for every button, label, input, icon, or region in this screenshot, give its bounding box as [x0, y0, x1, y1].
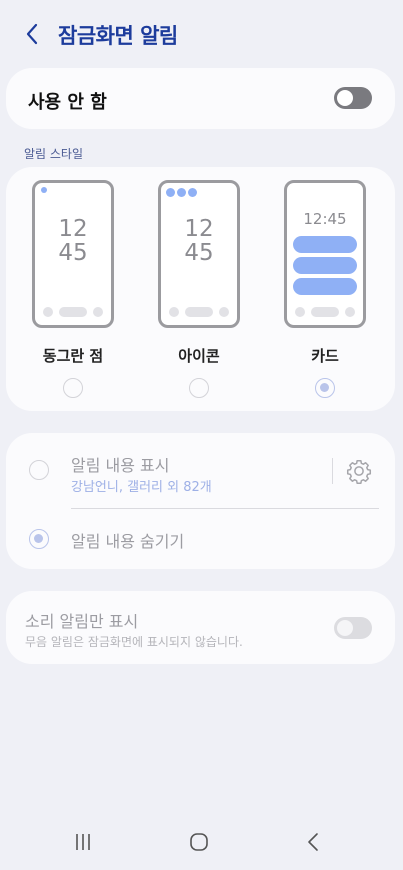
notification-card: [293, 257, 357, 274]
show-content-title[interactable]: 알림 내용 표시: [71, 452, 170, 476]
sound-only-toggle[interactable]: [334, 617, 372, 639]
hide-content-radio[interactable]: [29, 529, 49, 549]
vertical-divider: [332, 458, 333, 484]
show-content-subtitle: 강남언니, 갤러리 외 82개: [71, 480, 212, 495]
style-radio-card[interactable]: [315, 378, 335, 398]
show-content-radio[interactable]: [29, 460, 49, 480]
recent-apps-icon[interactable]: [73, 832, 93, 852]
preview-nav-bar: [169, 307, 229, 317]
sound-only-subtitle: 무음 알림은 잠금화면에 표시되지 않습니다.: [25, 635, 243, 649]
toggle-knob: [337, 90, 353, 106]
style-radio-dot[interactable]: [63, 378, 83, 398]
app-header: 잠금화면 알림: [0, 0, 403, 68]
notification-card: [293, 236, 357, 253]
style-preview-icon[interactable]: 12 45: [158, 180, 240, 328]
system-navigation-bar: [0, 814, 403, 870]
style-preview-dot[interactable]: 12 45: [32, 180, 114, 328]
gear-icon: [346, 459, 372, 484]
preview-clock-hour: 12: [58, 216, 88, 242]
style-label-icon: 아이콘: [178, 347, 220, 365]
back-arrow-icon: [26, 23, 38, 45]
notification-icon-dot: [166, 188, 175, 197]
content-visibility-card: 알림 내용 표시 강남언니, 갤러리 외 82개 알림 내용 숨기기: [6, 433, 395, 569]
content-settings-button[interactable]: [346, 458, 372, 484]
preview-clock: 12:45: [303, 210, 347, 228]
style-selection-card: 12 45 12 45 12:45 동그란 점 아이콘 카드: [6, 167, 395, 411]
notification-icon-dot: [188, 188, 197, 197]
preview-clock-minute: 45: [184, 240, 214, 266]
home-icon[interactable]: [188, 831, 210, 853]
horizontal-divider: [71, 508, 379, 509]
page-title: 잠금화면 알림: [58, 24, 178, 48]
back-button[interactable]: [20, 22, 44, 46]
notification-dot: [41, 187, 47, 193]
master-toggle-switch[interactable]: [334, 87, 372, 109]
master-toggle-card[interactable]: 사용 안 함: [6, 68, 395, 129]
notification-card: [293, 278, 357, 295]
section-label-style: 알림 스타일: [24, 147, 84, 161]
preview-nav-bar: [43, 307, 103, 317]
style-radio-icon[interactable]: [189, 378, 209, 398]
preview-clock-minute: 45: [58, 240, 88, 266]
master-toggle-label: 사용 안 함: [28, 92, 107, 113]
style-label-dot: 동그란 점: [42, 347, 104, 365]
sound-only-title: 소리 알림만 표시: [25, 612, 139, 631]
preview-clock-hour: 12: [184, 216, 214, 242]
hide-content-title[interactable]: 알림 내용 숨기기: [71, 528, 184, 552]
sound-only-card[interactable]: 소리 알림만 표시 무음 알림은 잠금화면에 표시되지 않습니다.: [6, 591, 395, 664]
back-nav-icon[interactable]: [306, 832, 320, 852]
preview-nav-bar: [295, 307, 355, 317]
style-preview-card[interactable]: 12:45: [284, 180, 366, 328]
toggle-knob: [337, 620, 353, 636]
notification-icon-dot: [177, 188, 186, 197]
style-label-card: 카드: [311, 347, 339, 365]
